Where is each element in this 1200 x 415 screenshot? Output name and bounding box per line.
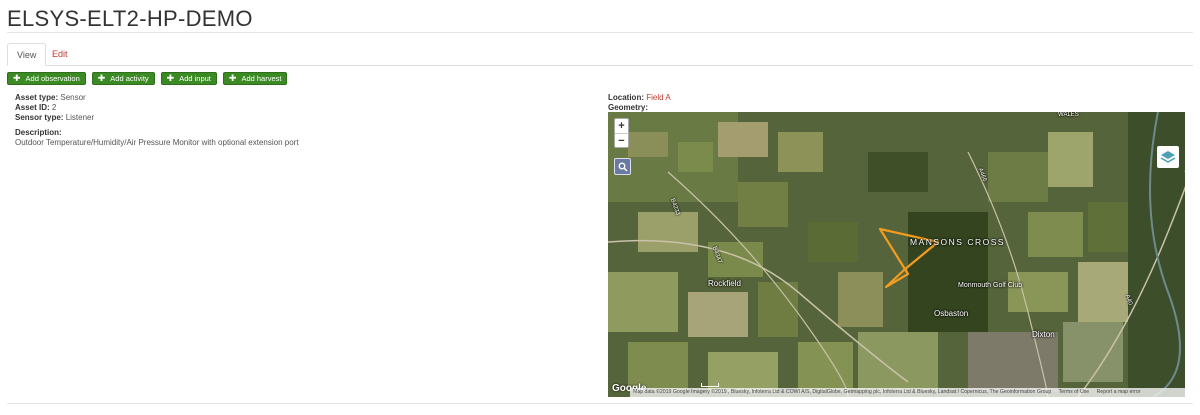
layers-icon <box>1160 151 1176 163</box>
terms-of-use-link[interactable]: Terms of Use <box>1059 389 1090 395</box>
map-label-mansons-cross: MANSONS CROSS <box>910 237 1006 247</box>
asset-info: Asset type: Sensor Asset ID: 2 Sensor ty… <box>15 93 299 148</box>
map-label-rockfield: Rockfield <box>708 279 741 288</box>
sensor-type-row: Sensor type: Listener <box>15 113 299 123</box>
geometry-label: Geometry: <box>608 103 649 112</box>
title-divider <box>7 32 1193 33</box>
map-label-wales: WALES <box>1058 112 1079 118</box>
map-imagery <box>608 112 1185 397</box>
location-link[interactable]: Field A <box>646 93 670 102</box>
zoom-out-button[interactable]: − <box>615 133 628 147</box>
add-activity-label: Add activity <box>110 74 149 83</box>
asset-id-value: 2 <box>51 103 57 112</box>
plus-icon: ✚ <box>228 73 237 83</box>
map-search-button[interactable] <box>614 158 631 175</box>
asset-id-row: Asset ID: 2 <box>15 103 299 113</box>
bottom-divider <box>7 403 1193 404</box>
map-label-osbaston: Osbaston <box>934 309 969 318</box>
asset-type-label: Asset type: <box>15 93 59 102</box>
plus-icon: ✚ <box>166 73 175 83</box>
plus-icon: ✚ <box>13 73 21 83</box>
action-buttons: ✚ Add observation ✚ Add activity ✚ Add i… <box>7 72 288 85</box>
add-observation-label: Add observation <box>25 74 80 83</box>
zoom-in-button[interactable]: + <box>615 119 628 133</box>
attribution-text: Map data ©2019 Google Imagery ©2019 , Bl… <box>633 389 1052 395</box>
location-label: Location: <box>608 93 644 102</box>
sensor-type-label: Sensor type: <box>15 113 64 122</box>
page-title: ELSYS-ELT2-HP-DEMO <box>7 6 253 31</box>
description-row: Description: <box>15 128 299 138</box>
asset-id-label: Asset ID: <box>15 103 50 112</box>
tab-bar: View Edit <box>7 43 1193 66</box>
map-attribution: Map data ©2019 Google Imagery ©2019 , Bl… <box>630 388 1185 397</box>
add-input-label: Add input <box>179 74 211 83</box>
add-activity-button[interactable]: ✚ Add activity <box>91 72 155 85</box>
satellite-map[interactable]: + − MANSONS CROSS Rockfield Osbaston Dix… <box>608 112 1185 397</box>
tab-edit[interactable]: Edit <box>43 43 77 66</box>
layer-switcher-button[interactable] <box>1157 146 1179 168</box>
description-label: Description: <box>15 128 62 137</box>
add-observation-button[interactable]: ✚ Add observation <box>7 72 86 85</box>
map-label-golf-club: Monmouth Golf Club <box>958 282 1023 289</box>
description-value: Outdoor Temperature/Humidity/Air Pressur… <box>15 138 299 147</box>
report-map-error-link[interactable]: Report a map error <box>1097 389 1141 395</box>
search-icon <box>618 162 628 172</box>
zoom-control: + − <box>614 118 629 148</box>
map-label-dixton: Dixton <box>1032 330 1055 339</box>
tab-view[interactable]: View <box>7 43 47 66</box>
map-scale-bar <box>701 383 719 387</box>
add-harvest-button[interactable]: ✚ Add harvest <box>222 72 288 85</box>
asset-type-value: Sensor <box>60 93 86 102</box>
asset-type-row: Asset type: Sensor <box>15 93 299 103</box>
sensor-type-value: Listener <box>65 113 95 122</box>
add-input-button[interactable]: ✚ Add input <box>160 72 217 85</box>
location-info: Location: Field A Geometry: <box>608 93 671 113</box>
plus-icon: ✚ <box>97 73 106 83</box>
add-harvest-label: Add harvest <box>241 74 282 83</box>
